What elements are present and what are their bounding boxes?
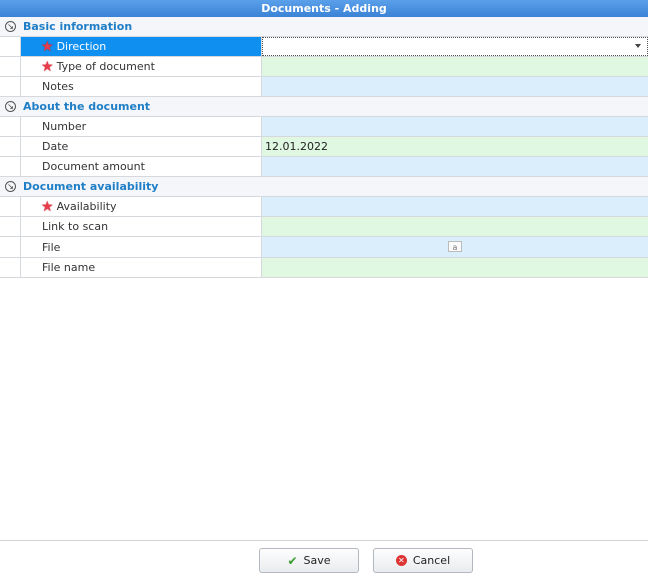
row-link-to-scan[interactable]: Link to scan: [0, 217, 648, 237]
type-of-document-field[interactable]: [262, 57, 648, 76]
field-label: Notes: [21, 77, 262, 96]
row-file-name[interactable]: File name: [0, 258, 648, 278]
row-notes[interactable]: Notes: [0, 77, 648, 97]
field-label: Link to scan: [21, 217, 262, 236]
row-availability[interactable]: ★ Availability: [0, 197, 648, 217]
date-field[interactable]: 12.01.2022: [262, 137, 648, 156]
field-label: ★ Direction: [21, 37, 262, 56]
section-basic-information[interactable]: ↘ Basic information: [0, 17, 648, 37]
file-field[interactable]: a: [262, 237, 648, 257]
field-label: ★ Availability: [21, 197, 262, 216]
section-about-the-document[interactable]: ↘ About the document: [0, 97, 648, 117]
field-label: Document amount: [21, 157, 262, 176]
chevron-down-icon[interactable]: [635, 44, 641, 48]
footer-divider: [0, 540, 648, 541]
row-document-amount[interactable]: Document amount: [0, 157, 648, 177]
collapse-icon[interactable]: ↘: [5, 181, 16, 192]
link-to-scan-field[interactable]: [262, 217, 648, 236]
direction-select[interactable]: [262, 37, 648, 56]
required-star-icon: ★: [41, 38, 54, 55]
document-amount-field[interactable]: [262, 157, 648, 176]
cancel-button[interactable]: ✕ Cancel: [373, 548, 473, 573]
property-grid: ↘ Basic information ★ Direction ★ Type of …: [0, 17, 648, 278]
collapse-icon[interactable]: ↘: [5, 21, 16, 32]
row-direction[interactable]: ★ Direction: [0, 37, 648, 57]
row-number[interactable]: Number: [0, 117, 648, 137]
section-title: About the document: [23, 100, 151, 113]
row-file[interactable]: File a: [0, 237, 648, 258]
notes-field[interactable]: [262, 77, 648, 96]
collapse-icon[interactable]: ↘: [5, 101, 16, 112]
field-label: Date: [21, 137, 262, 156]
checkmark-icon: ✔: [287, 553, 298, 568]
field-label: File name: [21, 258, 262, 277]
number-field[interactable]: [262, 117, 648, 136]
field-label: ★ Type of document: [21, 57, 262, 76]
section-title: Basic information: [23, 20, 133, 33]
availability-field[interactable]: [262, 197, 648, 216]
section-title: Document availability: [23, 180, 159, 193]
required-star-icon: ★: [41, 58, 54, 75]
section-document-availability[interactable]: ↘ Document availability: [0, 177, 648, 197]
row-date[interactable]: Date 12.01.2022: [0, 137, 648, 157]
row-type-of-document[interactable]: ★ Type of document: [0, 57, 648, 77]
file-name-field[interactable]: [262, 258, 648, 277]
window-title: Documents - Adding: [0, 0, 648, 17]
required-star-icon: ★: [41, 198, 54, 215]
file-icon[interactable]: a: [448, 241, 462, 252]
field-label: Number: [21, 117, 262, 136]
save-button[interactable]: ✔ Save: [259, 548, 359, 573]
cancel-icon: ✕: [395, 555, 407, 566]
field-label: File: [21, 237, 262, 257]
